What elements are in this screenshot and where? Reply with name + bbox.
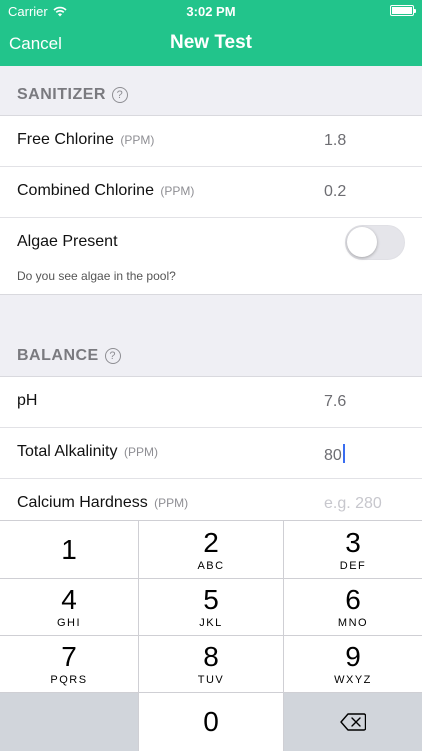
total-alkalinity-row[interactable]: Total Alkalinity (PPM) 80 [0,428,422,479]
combined-chlorine-row[interactable]: Combined Chlorine (PPM) 0.2 [0,167,422,218]
sanitizer-header-label: SANITIZER [17,86,106,103]
backspace-icon [340,713,366,731]
status-time: 3:02 PM [186,4,236,19]
unit-label: (PPM) [120,133,155,147]
key-0[interactable]: 0 [139,693,284,751]
total-alkalinity-label: Total Alkalinity [17,443,118,460]
free-chlorine-row[interactable]: Free Chlorine (PPM) 1.8 [0,116,422,167]
ph-label: pH [17,392,38,409]
ph-field[interactable]: 7.6 [324,393,346,411]
algae-toggle[interactable] [345,225,405,260]
page-title: New Test [169,32,252,53]
blank-key [0,693,139,751]
battery-icon [390,5,416,16]
combined-chlorine-label: Combined Chlorine [17,182,154,199]
key-9[interactable]: 9 WXYZ [284,636,422,693]
key-8[interactable]: 8 TUV [139,636,284,693]
free-chlorine-label: Free Chlorine [17,131,114,148]
key-3[interactable]: 3 DEF [284,521,422,579]
ph-row[interactable]: pH 7.6 [0,377,422,428]
app-header: Carrier 3:02 PM Cancel New Test [0,0,422,66]
algae-row: Algae Present Do you see algae in the po… [0,218,422,294]
key-7[interactable]: 7 PQRS [0,636,139,693]
key-4[interactable]: 4 GHI [0,579,139,636]
sanitizer-group: Free Chlorine (PPM) 1.8 Combined Chlorin… [0,115,422,295]
calcium-hardness-label: Calcium Hardness [17,494,148,511]
total-alkalinity-value: 80 [324,447,342,464]
key-2[interactable]: 2 ABC [139,521,284,579]
algae-note: Do you see algae in the pool? [17,269,176,283]
unit-label: (PPM) [154,496,189,510]
navigation-bar: Cancel New Test [0,22,422,66]
algae-label: Algae Present [17,233,118,250]
key-1[interactable]: 1 [0,521,139,579]
toggle-knob [347,227,377,257]
key-5[interactable]: 5 JKL [139,579,284,636]
help-icon[interactable]: ? [104,348,121,364]
unit-label: (PPM) [160,184,195,198]
sanitizer-section-header: SANITIZER ? [0,84,422,106]
help-icon[interactable]: ? [111,87,128,103]
balance-section-header: BALANCE ? [0,345,422,367]
calcium-hardness-field[interactable]: e.g. 280 [324,495,382,513]
combined-chlorine-field[interactable]: 0.2 [324,183,346,201]
free-chlorine-field[interactable]: 1.8 [324,132,346,150]
unit-label: (PPM) [123,445,158,459]
total-alkalinity-field[interactable]: 80 [324,444,345,465]
balance-group: pH 7.6 Total Alkalinity (PPM) 80 Calcium… [0,376,422,536]
text-cursor [342,444,345,463]
delete-key[interactable] [284,693,422,751]
numeric-keypad: 1 2 ABC 3 DEF 4 GHI 5 JKL 6 MNO 7 PQRS 8… [0,520,422,751]
balance-header-label: BALANCE [17,347,99,364]
status-bar: Carrier 3:02 PM [0,0,422,22]
key-6[interactable]: 6 MNO [284,579,422,636]
